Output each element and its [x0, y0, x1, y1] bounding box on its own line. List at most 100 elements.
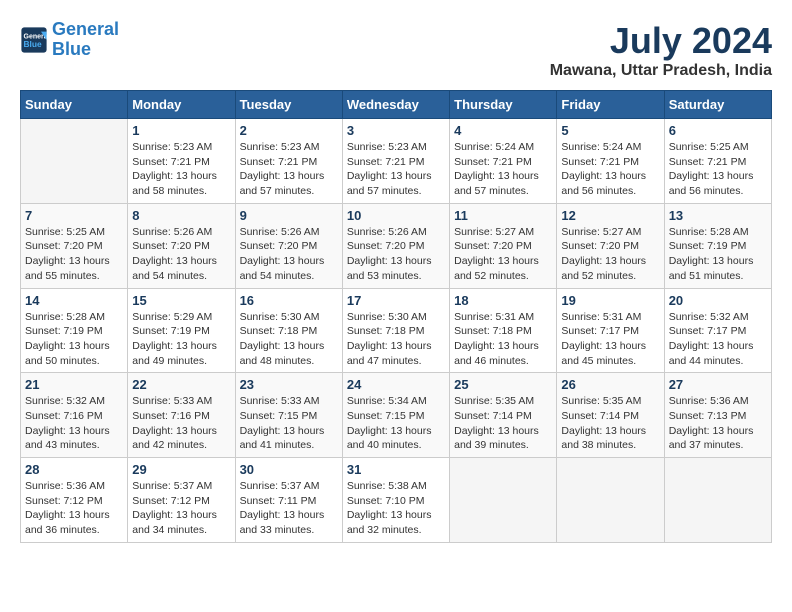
cell-info-text: Sunrise: 5:26 AMSunset: 7:20 PMDaylight:… [240, 225, 338, 284]
cell-date-number: 14 [25, 293, 123, 308]
cell-info-text: Sunrise: 5:36 AMSunset: 7:13 PMDaylight:… [669, 394, 767, 453]
cell-date-number: 29 [132, 462, 230, 477]
cell-date-number: 19 [561, 293, 659, 308]
cell-info-text: Sunrise: 5:37 AMSunset: 7:12 PMDaylight:… [132, 479, 230, 538]
cell-date-number: 5 [561, 123, 659, 138]
week-row-5: 28 Sunrise: 5:36 AMSunset: 7:12 PMDayligh… [21, 458, 772, 543]
main-title: July 2024 [550, 20, 772, 62]
calendar-table: SundayMondayTuesdayWednesdayThursdayFrid… [20, 90, 772, 543]
cell-date-number: 16 [240, 293, 338, 308]
calendar-cell: 25 Sunrise: 5:35 AMSunset: 7:14 PMDayligh… [450, 373, 557, 458]
cell-info-text: Sunrise: 5:26 AMSunset: 7:20 PMDaylight:… [132, 225, 230, 284]
cell-date-number: 8 [132, 208, 230, 223]
cell-info-text: Sunrise: 5:34 AMSunset: 7:15 PMDaylight:… [347, 394, 445, 453]
cell-info-text: Sunrise: 5:37 AMSunset: 7:11 PMDaylight:… [240, 479, 338, 538]
cell-info-text: Sunrise: 5:25 AMSunset: 7:21 PMDaylight:… [669, 140, 767, 199]
cell-date-number: 25 [454, 377, 552, 392]
cell-info-text: Sunrise: 5:23 AMSunset: 7:21 PMDaylight:… [132, 140, 230, 199]
cell-date-number: 31 [347, 462, 445, 477]
logo-text-line2: Blue [52, 40, 119, 60]
calendar-cell [664, 458, 771, 543]
cell-info-text: Sunrise: 5:32 AMSunset: 7:16 PMDaylight:… [25, 394, 123, 453]
calendar-cell: 23Sunrise: 5:33 AMSunset: 7:15 PMDayligh… [235, 373, 342, 458]
calendar-cell: 13Sunrise: 5:28 AMSunset: 7:19 PMDayligh… [664, 203, 771, 288]
header: General Blue General Blue July 2024 Mawa… [20, 20, 772, 80]
calendar-cell: 7Sunrise: 5:25 AMSunset: 7:20 PMDaylight… [21, 203, 128, 288]
cell-info-text: Sunrise: 5:30 AMSunset: 7:18 PMDaylight:… [240, 310, 338, 369]
week-row-3: 14 Sunrise: 5:28 AMSunset: 7:19 PMDayligh… [21, 288, 772, 373]
calendar-cell: 10 Sunrise: 5:26 AMSunset: 7:20 PMDayligh… [342, 203, 449, 288]
cell-date-number: 10 [347, 208, 445, 223]
calendar-cell: 20 Sunrise: 5:32 AMSunset: 7:17 PMDayligh… [664, 288, 771, 373]
calendar-cell: 12 Sunrise: 5:27 AMSunset: 7:20 PMDayligh… [557, 203, 664, 288]
calendar-cell: 29 Sunrise: 5:37 AMSunset: 7:12 PMDayligh… [128, 458, 235, 543]
week-row-2: 7Sunrise: 5:25 AMSunset: 7:20 PMDaylight… [21, 203, 772, 288]
cell-date-number: 4 [454, 123, 552, 138]
calendar-cell: 11Sunrise: 5:27 AMSunset: 7:20 PMDayligh… [450, 203, 557, 288]
cell-date-number: 30 [240, 462, 338, 477]
cell-info-text: Sunrise: 5:26 AMSunset: 7:20 PMDaylight:… [347, 225, 445, 284]
subtitle: Mawana, Uttar Pradesh, India [550, 62, 772, 80]
cell-date-number: 23 [240, 377, 338, 392]
calendar-cell: 15 Sunrise: 5:29 AMSunset: 7:19 PMDayligh… [128, 288, 235, 373]
day-header-friday: Friday [557, 91, 664, 119]
cell-info-text: Sunrise: 5:31 AMSunset: 7:17 PMDaylight:… [561, 310, 659, 369]
calendar-cell: 4 Sunrise: 5:24 AMSunset: 7:21 PMDaylight… [450, 119, 557, 204]
logo-icon: General Blue [20, 26, 48, 54]
cell-info-text: Sunrise: 5:23 AMSunset: 7:21 PMDaylight:… [240, 140, 338, 199]
cell-date-number: 21 [25, 377, 123, 392]
cell-date-number: 27 [669, 377, 767, 392]
day-header-wednesday: Wednesday [342, 91, 449, 119]
day-header-thursday: Thursday [450, 91, 557, 119]
logo: General Blue General Blue [20, 20, 119, 60]
calendar-cell: 19 Sunrise: 5:31 AMSunset: 7:17 PMDayligh… [557, 288, 664, 373]
calendar-cell: 1Sunrise: 5:23 AMSunset: 7:21 PMDaylight… [128, 119, 235, 204]
cell-info-text: Sunrise: 5:27 AMSunset: 7:20 PMDaylight:… [561, 225, 659, 284]
cell-info-text: Sunrise: 5:36 AMSunset: 7:12 PMDaylight:… [25, 479, 123, 538]
week-row-4: 21 Sunrise: 5:32 AMSunset: 7:16 PMDayligh… [21, 373, 772, 458]
svg-text:Blue: Blue [24, 39, 42, 49]
calendar-cell: 8 Sunrise: 5:26 AMSunset: 7:20 PMDaylight… [128, 203, 235, 288]
calendar-cell: 9 Sunrise: 5:26 AMSunset: 7:20 PMDaylight… [235, 203, 342, 288]
calendar-cell: 30 Sunrise: 5:37 AMSunset: 7:11 PMDayligh… [235, 458, 342, 543]
cell-date-number: 20 [669, 293, 767, 308]
calendar-cell: 21 Sunrise: 5:32 AMSunset: 7:16 PMDayligh… [21, 373, 128, 458]
calendar-cell: 14 Sunrise: 5:28 AMSunset: 7:19 PMDayligh… [21, 288, 128, 373]
cell-info-text: Sunrise: 5:24 AMSunset: 7:21 PMDaylight:… [561, 140, 659, 199]
cell-info-text: Sunrise: 5:23 AMSunset: 7:21 PMDaylight:… [347, 140, 445, 199]
calendar-cell [450, 458, 557, 543]
calendar-cell: 3 Sunrise: 5:23 AMSunset: 7:21 PMDaylight… [342, 119, 449, 204]
cell-date-number: 9 [240, 208, 338, 223]
cell-date-number: 12 [561, 208, 659, 223]
calendar-cell: 24Sunrise: 5:34 AMSunset: 7:15 PMDayligh… [342, 373, 449, 458]
cell-date-number: 3 [347, 123, 445, 138]
calendar-cell [557, 458, 664, 543]
calendar-cell: 18 Sunrise: 5:31 AMSunset: 7:18 PMDayligh… [450, 288, 557, 373]
cell-date-number: 15 [132, 293, 230, 308]
cell-date-number: 2 [240, 123, 338, 138]
cell-date-number: 6 [669, 123, 767, 138]
cell-date-number: 7 [25, 208, 123, 223]
cell-date-number: 26 [561, 377, 659, 392]
cell-info-text: Sunrise: 5:35 AMSunset: 7:14 PMDaylight:… [454, 394, 552, 453]
calendar-cell: 16 Sunrise: 5:30 AMSunset: 7:18 PMDayligh… [235, 288, 342, 373]
cell-info-text: Sunrise: 5:32 AMSunset: 7:17 PMDaylight:… [669, 310, 767, 369]
day-header-tuesday: Tuesday [235, 91, 342, 119]
cell-info-text: Sunrise: 5:24 AMSunset: 7:21 PMDaylight:… [454, 140, 552, 199]
calendar-cell: 28 Sunrise: 5:36 AMSunset: 7:12 PMDayligh… [21, 458, 128, 543]
cell-date-number: 28 [25, 462, 123, 477]
cell-info-text: Sunrise: 5:27 AMSunset: 7:20 PMDaylight:… [454, 225, 552, 284]
cell-info-text: Sunrise: 5:28 AMSunset: 7:19 PMDaylight:… [25, 310, 123, 369]
day-header-saturday: Saturday [664, 91, 771, 119]
calendar-cell: 31Sunrise: 5:38 AMSunset: 7:10 PMDayligh… [342, 458, 449, 543]
title-area: July 2024 Mawana, Uttar Pradesh, India [550, 20, 772, 80]
calendar-cell: 26Sunrise: 5:35 AMSunset: 7:14 PMDayligh… [557, 373, 664, 458]
cell-info-text: Sunrise: 5:31 AMSunset: 7:18 PMDaylight:… [454, 310, 552, 369]
day-header-monday: Monday [128, 91, 235, 119]
cell-date-number: 18 [454, 293, 552, 308]
cell-info-text: Sunrise: 5:29 AMSunset: 7:19 PMDaylight:… [132, 310, 230, 369]
cell-date-number: 22 [132, 377, 230, 392]
calendar-cell [21, 119, 128, 204]
cell-date-number: 17 [347, 293, 445, 308]
calendar-cell: 17Sunrise: 5:30 AMSunset: 7:18 PMDayligh… [342, 288, 449, 373]
